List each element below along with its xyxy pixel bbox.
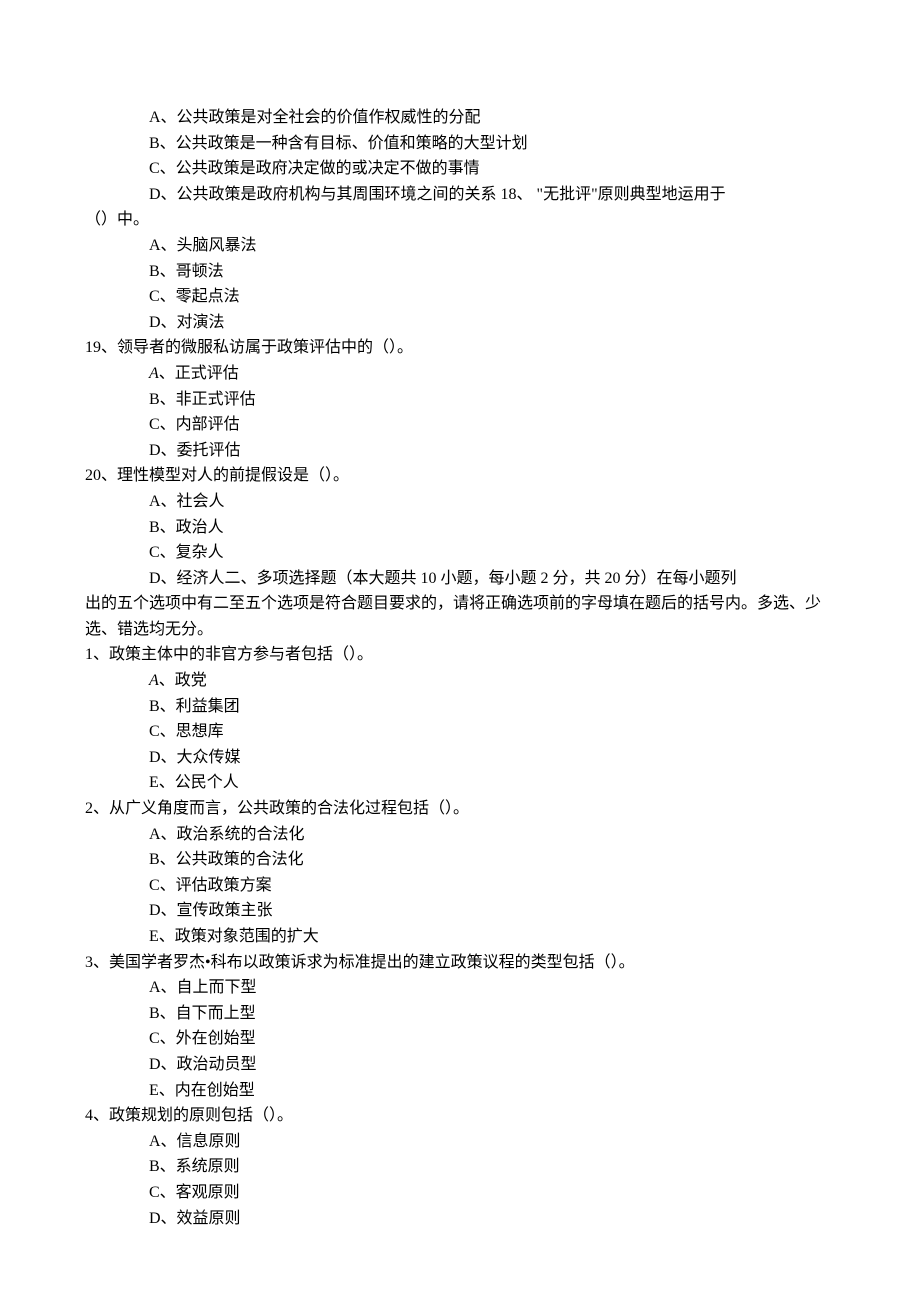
text-line: 1、政策主体中的非官方参与者包括（）。 [85, 642, 835, 668]
text-line: D、政治动员型 [85, 1052, 835, 1078]
text-line: C、外在创始型 [85, 1026, 835, 1052]
text-line: 19、领导者的微服私访属于政策评估中的（）。 [85, 335, 835, 361]
text-line: D、效益原则 [85, 1206, 835, 1232]
text-line: A、信息原则 [85, 1129, 835, 1155]
text-line: B、公共政策的合法化 [85, 847, 835, 873]
text-line: A、公共政策是对全社会的价值作权威性的分配 [85, 105, 835, 131]
text-line: B、系统原则 [85, 1154, 835, 1180]
text-line: C、客观原则 [85, 1180, 835, 1206]
text-line: A、正式评估 [85, 361, 835, 387]
text-line: E、公民个人 [85, 770, 835, 796]
text-line: B、政治人 [85, 515, 835, 541]
text-line: D、对演法 [85, 310, 835, 336]
text-line: D、大众传媒 [85, 745, 835, 771]
text-line: B、哥顿法 [85, 259, 835, 285]
text-line: D、经济人二、多项选择题（本大题共 10 小题，每小题 2 分，共 20 分）在… [85, 566, 835, 592]
document-body: A、公共政策是对全社会的价值作权威性的分配B、公共政策是一种含有目标、价值和策略… [85, 105, 835, 1231]
text-line: （）中。 [85, 207, 835, 233]
text-line: A、头脑风暴法 [85, 233, 835, 259]
text-line: B、公共政策是一种含有目标、价值和策略的大型计划 [85, 131, 835, 157]
text-line: B、自下而上型 [85, 1001, 835, 1027]
text-line: B、非正式评估 [85, 387, 835, 413]
text-line: C、零起点法 [85, 284, 835, 310]
text-line: D、公共政策是政府机构与其周围环境之间的关系 18、 "无批评"原则典型地运用于 [85, 182, 835, 208]
text-line: B、利益集团 [85, 694, 835, 720]
text-line: C、评估政策方案 [85, 873, 835, 899]
text-line: 20、理性模型对人的前提假设是（）。 [85, 463, 835, 489]
text-line: 3、美国学者罗杰•科布以政策诉求为标准提出的建立政策议程的类型包括（）。 [85, 950, 835, 976]
text-line: C、复杂人 [85, 540, 835, 566]
text-line: C、内部评估 [85, 412, 835, 438]
text-line: A、自上而下型 [85, 975, 835, 1001]
text-line: D、宣传政策主张 [85, 898, 835, 924]
text-line: 4、政策规划的原则包括（）。 [85, 1103, 835, 1129]
text-line: A、社会人 [85, 489, 835, 515]
text-line: D、委托评估 [85, 438, 835, 464]
text-line: A、政党 [85, 668, 835, 694]
text-line: 出的五个选项中有二至五个选项是符合题目要求的，请将正确选项前的字母填在题后的括号… [85, 591, 835, 642]
text-line: A、政治系统的合法化 [85, 822, 835, 848]
text-line: C、思想库 [85, 719, 835, 745]
text-line: E、内在创始型 [85, 1078, 835, 1104]
text-line: 2、从广义角度而言，公共政策的合法化过程包括（）。 [85, 796, 835, 822]
text-line: E、政策对象范围的扩大 [85, 924, 835, 950]
text-line: C、公共政策是政府决定做的或决定不做的事情 [85, 156, 835, 182]
